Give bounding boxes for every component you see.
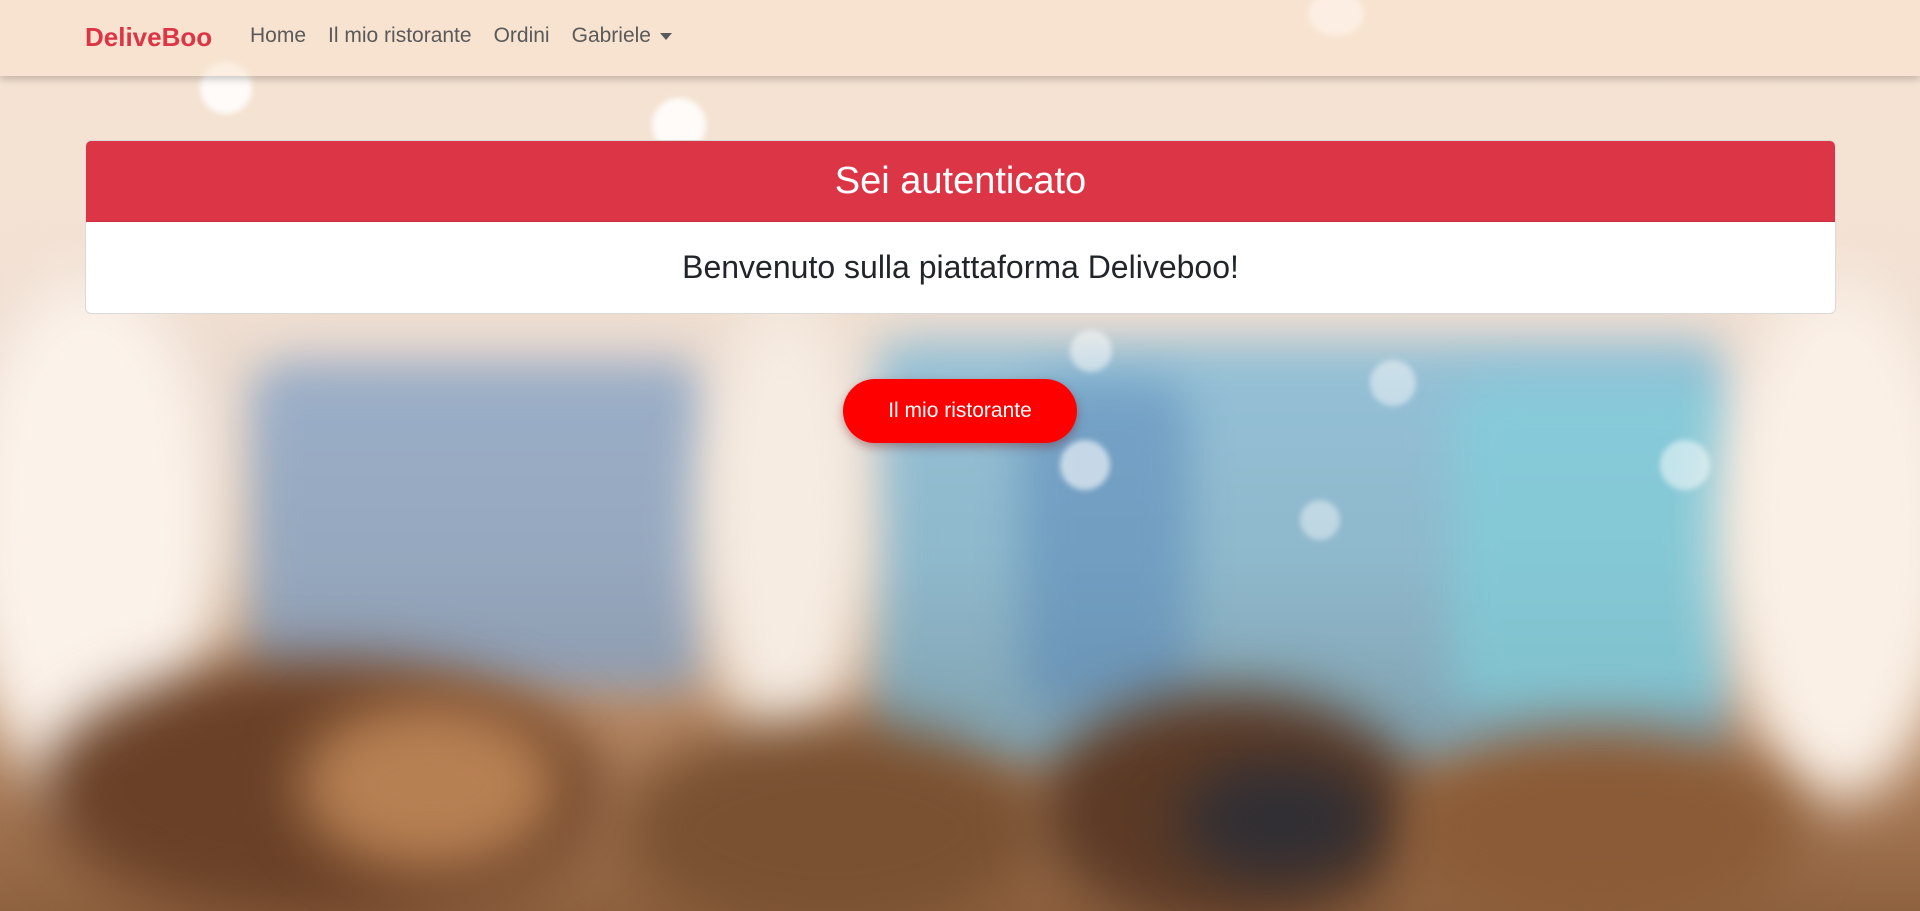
card-header: Sei autenticato — [86, 141, 1835, 222]
brand-logo[interactable]: DeliveBoo — [85, 22, 212, 53]
user-menu-dropdown[interactable]: Gabriele — [561, 24, 683, 48]
nav-links: Home Il mio ristorante Ordini Gabriele — [250, 24, 683, 48]
nav-link-home[interactable]: Home — [250, 24, 317, 48]
top-navbar: DeliveBoo Home Il mio ristorante Ordini … — [0, 0, 1920, 76]
my-restaurant-button[interactable]: Il mio ristorante — [843, 379, 1077, 443]
background-image — [0, 0, 1920, 911]
nav-link-my-restaurant[interactable]: Il mio ristorante — [317, 24, 483, 48]
nav-link-orders[interactable]: Ordini — [483, 24, 561, 48]
welcome-message: Benvenuto sulla piattaforma Deliveboo! — [682, 249, 1239, 285]
user-menu-label: Gabriele — [571, 24, 651, 47]
caret-down-icon — [660, 32, 672, 40]
auth-card: Sei autenticato Benvenuto sulla piattafo… — [85, 140, 1836, 314]
